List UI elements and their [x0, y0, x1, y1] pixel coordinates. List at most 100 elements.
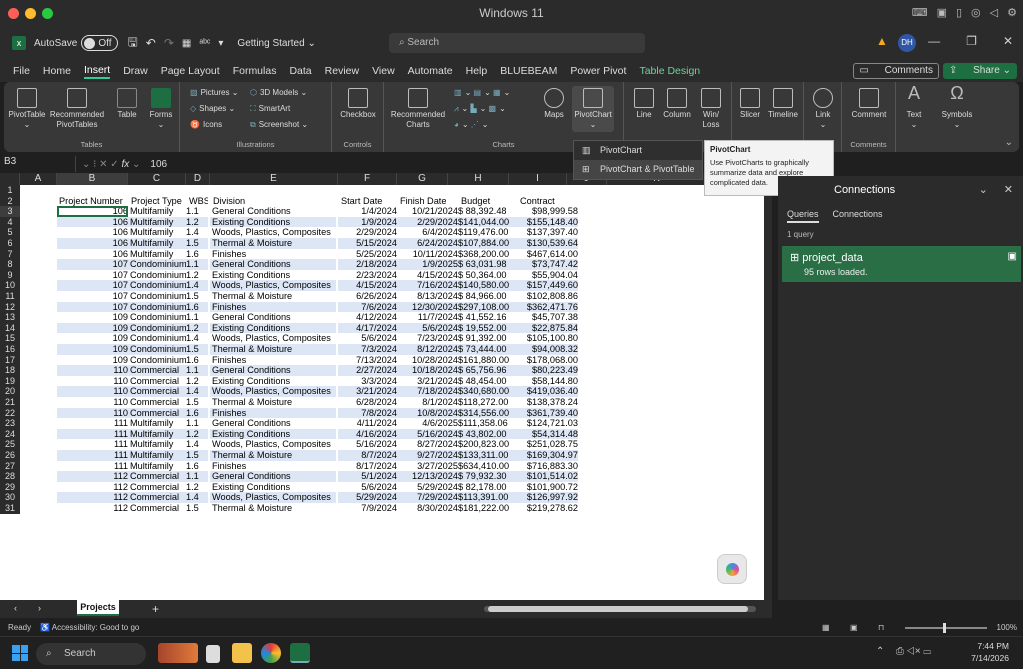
- table-cell[interactable]: Multifamily: [128, 238, 186, 249]
- table-cell[interactable]: Commercial: [128, 376, 186, 387]
- table-cell[interactable]: 1.4: [186, 280, 208, 291]
- table-cell[interactable]: 109: [57, 344, 128, 355]
- table-cell[interactable]: 1.4: [186, 439, 208, 450]
- table-cell[interactable]: Thermal & Moisture: [210, 238, 336, 249]
- warning-icon[interactable]: ▲: [876, 34, 888, 48]
- row-header[interactable]: 3: [0, 206, 20, 217]
- table-cell[interactable]: $54,314.48: [517, 428, 578, 440]
- table-cell[interactable]: 109: [57, 322, 128, 334]
- row-header[interactable]: 22: [0, 407, 20, 419]
- row-header[interactable]: 23: [0, 418, 20, 429]
- table-cell[interactable]: 7/29/2024: [397, 492, 458, 503]
- table-cell[interactable]: 111: [57, 461, 128, 472]
- table-cell[interactable]: Commercial: [128, 365, 186, 376]
- table-cell[interactable]: Existing Conditions: [210, 216, 336, 228]
- table-cell[interactable]: $133,311.00: [458, 450, 517, 461]
- table-cell[interactable]: 106: [57, 206, 128, 217]
- table-cell[interactable]: Thermal & Moisture: [210, 503, 336, 514]
- table-cell[interactable]: 111: [57, 428, 128, 440]
- normal-view-icon[interactable]: ▦: [822, 620, 830, 636]
- table-cell[interactable]: 8/1/2024: [397, 397, 458, 408]
- column-title[interactable]: Project Number: [57, 196, 128, 207]
- menu-tab-view[interactable]: View: [372, 65, 395, 77]
- pane-options-icon[interactable]: ⌄: [979, 183, 988, 196]
- table-cell[interactable]: 8/17/2024: [338, 461, 397, 472]
- table-cell[interactable]: $140,580.00: [458, 280, 517, 291]
- table-cell[interactable]: 8/30/2024: [397, 503, 458, 514]
- table-cell[interactable]: 107: [57, 270, 128, 281]
- table-cell[interactable]: Thermal & Moisture: [210, 344, 336, 355]
- table-cell[interactable]: 5/25/2024: [338, 249, 397, 260]
- row-header[interactable]: 13: [0, 312, 20, 323]
- table-cell[interactable]: Condominium: [128, 322, 186, 334]
- table-cell[interactable]: 1.2: [186, 216, 208, 228]
- table-cell[interactable]: 5/6/2024: [338, 482, 397, 493]
- table-cell[interactable]: $340,680.00: [458, 386, 517, 397]
- table-cell[interactable]: $ 82,178.00: [458, 482, 517, 493]
- table-cell[interactable]: 1.5: [186, 291, 208, 302]
- column-header-i[interactable]: I: [509, 173, 567, 185]
- table-cell[interactable]: 5/6/2024: [397, 322, 458, 334]
- table-cell[interactable]: $119,476.00: [458, 227, 517, 238]
- table-cell[interactable]: 1.5: [186, 344, 208, 355]
- row-header[interactable]: 25: [0, 439, 20, 450]
- table-cell[interactable]: 1.2: [186, 270, 208, 281]
- table-cell[interactable]: $219,278.62: [517, 503, 578, 514]
- table-cell[interactable]: $ 43,802.00: [458, 428, 517, 440]
- table-cell[interactable]: $118,272.00: [458, 397, 517, 408]
- table-cell[interactable]: $ 73,444.00: [458, 344, 517, 355]
- clock[interactable]: 7:44 PM 7/14/2026: [971, 640, 1009, 664]
- column-title[interactable]: Division: [210, 196, 336, 207]
- table-cell[interactable]: Multifamily: [128, 450, 186, 461]
- search-box[interactable]: ⌕ Search: [389, 33, 645, 53]
- menu-tab-power-pivot[interactable]: Power Pivot: [570, 65, 626, 77]
- table-cell[interactable]: 110: [57, 376, 128, 387]
- table-cell[interactable]: 110: [57, 365, 128, 376]
- timeline-button[interactable]: Timeline: [764, 88, 802, 120]
- table-cell[interactable]: Commercial: [128, 482, 186, 493]
- row-header[interactable]: 5: [0, 227, 20, 238]
- table-cell[interactable]: 106: [57, 249, 128, 260]
- table-cell[interactable]: Condominium: [128, 355, 186, 366]
- column-title[interactable]: Start Date: [338, 196, 397, 207]
- table-cell[interactable]: 107: [57, 280, 128, 291]
- table-cell[interactable]: 3/27/2025: [397, 461, 458, 472]
- table-cell[interactable]: 12/30/2024: [397, 301, 458, 313]
- pivottable-button[interactable]: PivotTable ⌄: [8, 88, 46, 130]
- keyboard-icon[interactable]: ⌨: [912, 6, 928, 19]
- worksheet-grid[interactable]: ABCDEFGHIJKL 12Project NumberProject Typ…: [0, 173, 772, 600]
- table-cell[interactable]: 1.5: [186, 397, 208, 408]
- table-cell[interactable]: Condominium: [128, 270, 186, 281]
- table-cell[interactable]: 1.6: [186, 301, 208, 313]
- row-header[interactable]: 6: [0, 238, 20, 249]
- table-cell[interactable]: Existing Conditions: [210, 322, 336, 334]
- row-header[interactable]: 31: [0, 503, 20, 514]
- customize-qat-icon[interactable]: ▾: [218, 38, 223, 49]
- table-cell[interactable]: 4/6/2025: [397, 418, 458, 429]
- table-cell[interactable]: 1.1: [186, 312, 208, 323]
- table-cell[interactable]: Existing Conditions: [210, 482, 336, 493]
- settings-icon[interactable]: ⚙: [1007, 6, 1017, 19]
- column-title[interactable]: Contract: [517, 196, 578, 207]
- horizontal-scrollbar[interactable]: [484, 606, 756, 612]
- volume-icon[interactable]: ◁: [990, 6, 998, 19]
- table-cell[interactable]: $ 41,552.16: [458, 312, 517, 323]
- table-cell[interactable]: 1.1: [186, 259, 208, 270]
- table-cell[interactable]: Finishes: [210, 249, 336, 260]
- smartart-button[interactable]: ⛶ SmartArt: [250, 104, 290, 114]
- table-cell[interactable]: $137,397.40: [517, 227, 578, 238]
- table-cell[interactable]: 7/8/2024: [338, 407, 397, 419]
- table-cell[interactable]: 9/27/2024: [397, 450, 458, 461]
- task-view-icon[interactable]: [206, 645, 220, 663]
- redo-icon[interactable]: ↷: [164, 36, 174, 50]
- table-cell[interactable]: 7/13/2024: [338, 355, 397, 366]
- table-cell[interactable]: 5/6/2024: [338, 333, 397, 344]
- maps-button[interactable]: Maps: [540, 88, 568, 120]
- table-cell[interactable]: Existing Conditions: [210, 270, 336, 281]
- column-header-h[interactable]: H: [448, 173, 509, 185]
- checkbox-button[interactable]: Checkbox: [340, 88, 376, 120]
- table-cell[interactable]: 6/4/2024: [397, 227, 458, 238]
- table-cell[interactable]: $141,044.00: [458, 216, 517, 228]
- table-cell[interactable]: 1/4/2024: [338, 206, 397, 217]
- table-cell[interactable]: 110: [57, 386, 128, 397]
